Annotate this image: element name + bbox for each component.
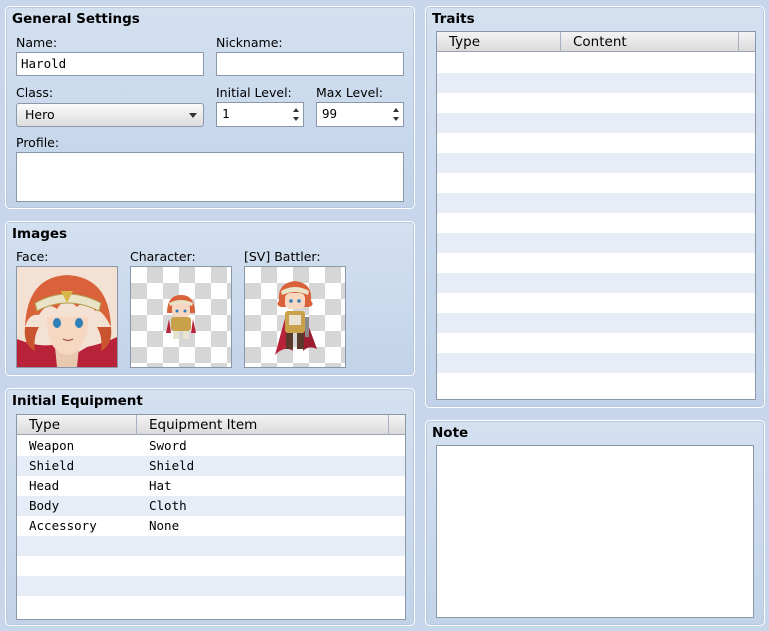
initial-equipment-panel: Initial Equipment Type Equipment Item We… (5, 388, 415, 626)
equipment-list-header: Type Equipment Item (17, 415, 405, 435)
equipment-item: Sword (149, 438, 187, 453)
general-settings-title: General Settings (12, 11, 140, 27)
character-label: Character: (130, 249, 196, 264)
empty-row[interactable] (437, 113, 755, 133)
empty-row[interactable] (437, 93, 755, 113)
character-image[interactable] (130, 266, 232, 368)
table-row[interactable]: Accessory None (17, 516, 405, 536)
empty-row[interactable] (17, 596, 405, 616)
empty-row[interactable] (437, 353, 755, 373)
equipment-list[interactable]: Type Equipment Item Weapon Sword Shield … (16, 414, 406, 620)
note-panel: Note (425, 420, 765, 626)
equipment-type: Head (29, 478, 60, 493)
empty-row[interactable] (437, 173, 755, 193)
battler-image[interactable] (244, 266, 346, 368)
initial-equipment-title: Initial Equipment (12, 393, 143, 409)
traits-list[interactable]: Type Content (436, 31, 756, 400)
face-image[interactable] (16, 266, 118, 368)
equipment-type: Accessory (29, 518, 97, 533)
table-row[interactable]: Head Hat (17, 476, 405, 496)
profile-textarea[interactable] (16, 152, 404, 202)
equipment-rows: Weapon Sword Shield Shield Head Hat Body… (17, 436, 405, 619)
chevron-down-icon (189, 113, 197, 118)
empty-row[interactable] (437, 73, 755, 93)
empty-row[interactable] (437, 153, 755, 173)
empty-row[interactable] (17, 576, 405, 596)
empty-row[interactable] (437, 253, 755, 273)
column-header-type[interactable]: Type (437, 32, 561, 52)
initial-level-label: Initial Level: (216, 85, 292, 100)
empty-row[interactable] (437, 53, 755, 73)
traits-rows (437, 53, 755, 399)
increment-arrow-icon[interactable] (293, 108, 299, 112)
traits-panel: Traits Type Content (425, 6, 765, 408)
equipment-item: Cloth (149, 498, 187, 513)
max-level-label: Max Level: (316, 85, 384, 100)
equipment-type: Weapon (29, 438, 75, 453)
battler-label: [SV] Battler: (244, 249, 321, 264)
initial-level-value: 1 (222, 106, 230, 121)
face-portrait-icon (17, 267, 117, 367)
max-level-stepper[interactable]: 99 (316, 102, 404, 127)
empty-row[interactable] (437, 313, 755, 333)
nickname-input[interactable] (216, 52, 404, 76)
column-header-equipment-item[interactable]: Equipment Item (137, 415, 389, 435)
images-title: Images (12, 226, 68, 242)
decrement-arrow-icon[interactable] (393, 117, 399, 121)
empty-row[interactable] (437, 213, 755, 233)
traits-list-header: Type Content (437, 32, 755, 52)
equipment-item: Hat (149, 478, 172, 493)
name-label: Name: (16, 35, 58, 50)
empty-row[interactable] (437, 293, 755, 313)
character-sprite-icon (166, 295, 196, 339)
table-row[interactable]: Body Cloth (17, 496, 405, 516)
column-header-content[interactable]: Content (561, 32, 739, 52)
equipment-type: Shield (29, 458, 75, 473)
name-input[interactable]: Harold (16, 52, 204, 76)
increment-arrow-icon[interactable] (393, 108, 399, 112)
initial-level-stepper[interactable]: 1 (216, 102, 304, 127)
profile-label: Profile: (16, 135, 60, 150)
equipment-item: Shield (149, 458, 195, 473)
traits-title: Traits (432, 11, 475, 27)
equipment-type: Body (29, 498, 60, 513)
class-label: Class: (16, 85, 54, 100)
note-title: Note (432, 425, 469, 441)
general-settings-panel: General Settings Name: Harold Nickname: … (5, 6, 415, 209)
empty-row[interactable] (437, 233, 755, 253)
equipment-item: None (149, 518, 180, 533)
empty-row[interactable] (17, 536, 405, 556)
images-panel: Images Face: Character: [SV] Battler: (5, 221, 415, 376)
class-select-value: Hero (25, 107, 55, 122)
decrement-arrow-icon[interactable] (293, 117, 299, 121)
class-select[interactable]: Hero (16, 103, 204, 127)
empty-row[interactable] (437, 273, 755, 293)
empty-row[interactable] (17, 556, 405, 576)
nickname-label: Nickname: (216, 35, 283, 50)
battler-sprite-icon (275, 281, 317, 355)
face-label: Face: (16, 249, 49, 264)
empty-row[interactable] (437, 373, 755, 393)
empty-row[interactable] (437, 193, 755, 213)
column-header-type[interactable]: Type (17, 415, 137, 435)
note-textarea[interactable] (436, 445, 754, 618)
table-row[interactable]: Shield Shield (17, 456, 405, 476)
empty-row[interactable] (437, 133, 755, 153)
table-row[interactable]: Weapon Sword (17, 436, 405, 456)
empty-row[interactable] (437, 333, 755, 353)
max-level-value: 99 (322, 106, 338, 121)
